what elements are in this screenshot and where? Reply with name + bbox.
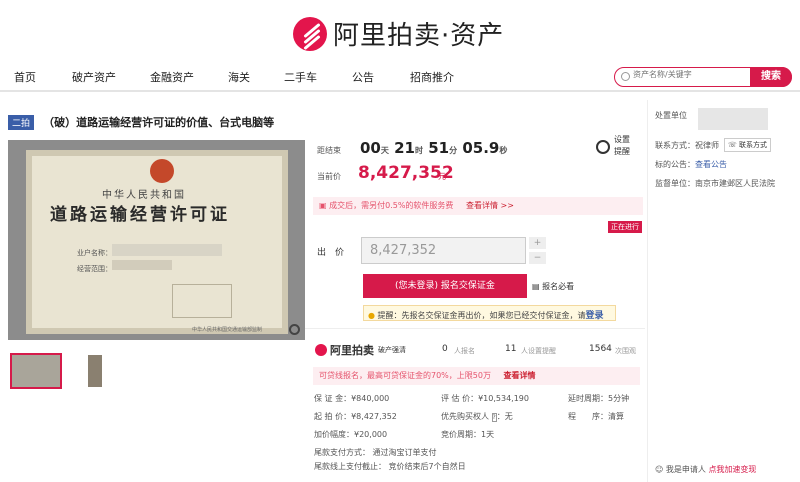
handshake-icon: ☺ bbox=[655, 465, 666, 474]
cert-title: 道路运输经营许可证 bbox=[50, 205, 230, 225]
sidebar: 处置单位 联系方式： 祝律师 ☏ 联系方式 标的公告： 查看公告 监督单位： 南… bbox=[647, 100, 800, 482]
price-unit: 元 bbox=[438, 172, 446, 181]
cert-footer: 中华人民共和国交通运输部监制 bbox=[192, 327, 263, 333]
bid-input[interactable]: 8,427,352 bbox=[361, 237, 526, 264]
signup-guide-link[interactable]: ▤ 报名必看 bbox=[532, 281, 574, 292]
search-box: 搜索 bbox=[614, 67, 792, 87]
cert-seal bbox=[172, 284, 232, 318]
bid-label: 出 价 bbox=[317, 248, 345, 258]
search-input[interactable] bbox=[633, 70, 751, 79]
detail-deposit: 保 证 金：¥840,000 bbox=[314, 394, 390, 403]
brand-logo[interactable]: 阿里拍卖·资产 bbox=[293, 15, 504, 52]
cert-country: 中华人民共和国 bbox=[102, 190, 186, 201]
alarm-clock-icon bbox=[596, 140, 610, 154]
brand-name: 阿里拍卖·资产 bbox=[333, 21, 505, 51]
court-label: 监督单位： bbox=[655, 179, 695, 188]
search-icon bbox=[621, 72, 630, 81]
cert-field-owner: 业户名称： bbox=[77, 249, 112, 257]
thumbnail-2[interactable] bbox=[70, 353, 122, 389]
nav-item-home[interactable]: 首页 bbox=[14, 69, 36, 85]
auction-logo-icon-small bbox=[315, 344, 327, 356]
contact-label: 联系方式： bbox=[655, 141, 695, 150]
nav-item-used-car[interactable]: 二手车 bbox=[284, 69, 317, 85]
loan-notice: 可贷线报名，最高可贷保证金的70%，上限50万 查看详情 bbox=[313, 367, 640, 385]
nav-item-customs[interactable]: 海关 bbox=[228, 69, 250, 85]
contact-button[interactable]: ☏ 联系方式 bbox=[724, 138, 771, 152]
header: 阿里拍卖·资产 bbox=[0, 0, 800, 66]
notice-label: 标的公告： bbox=[655, 160, 695, 169]
detail-priority: 优先购买权人 ?：无 bbox=[441, 412, 513, 422]
countdown-seconds: 05.9 bbox=[462, 139, 500, 157]
document-icon: ▤ bbox=[532, 282, 543, 291]
main-photo[interactable]: 中华人民共和国 道路运输经营许可证 业户名称： 经营范围： 中华人民共和国交通运… bbox=[8, 140, 305, 340]
detail-delay: 延时周期：5分钟 bbox=[568, 394, 630, 403]
zoom-icon[interactable] bbox=[289, 324, 300, 335]
countdown-minutes: 51 bbox=[428, 139, 450, 157]
thumbnail-2-image bbox=[88, 355, 102, 387]
page-title: （破）道路运输经营许可证的价值、台式电脑等 bbox=[43, 116, 275, 129]
auction-logo-small: 阿里拍卖 破产强清 bbox=[315, 342, 406, 358]
thumbnail-1[interactable] bbox=[10, 353, 62, 389]
nav-item-financial[interactable]: 金融资产 bbox=[150, 69, 194, 85]
contact-name: 祝律师 bbox=[695, 141, 719, 150]
national-emblem-icon bbox=[150, 159, 174, 183]
round-tag: 二拍 bbox=[8, 115, 35, 130]
search-button[interactable]: 搜索 bbox=[750, 67, 792, 87]
auction-title-row: 二拍 （破）道路运输经营许可证的价值、台式电脑等 bbox=[8, 111, 274, 130]
reminders-count: 11 bbox=[505, 344, 517, 354]
org-label: 处置单位 bbox=[655, 111, 687, 120]
fee-details-link[interactable]: 查看详情 >> bbox=[466, 201, 514, 210]
views-count: 1564 bbox=[589, 344, 612, 354]
help-icon: ? bbox=[491, 413, 497, 422]
countdown-hours: 21 bbox=[394, 139, 415, 157]
applicant-link[interactable]: ☺ 我是申请人 点我加速变现 bbox=[655, 464, 756, 475]
detail-procedure: 程 序：清算 bbox=[568, 412, 624, 421]
detail-start-price: 起 拍 价：¥8,427,352 bbox=[314, 412, 397, 421]
deposit-signup-button[interactable]: (您未登录) 报名交保证金 bbox=[363, 274, 527, 298]
nav-item-announcement[interactable]: 公告 bbox=[352, 69, 374, 85]
detail-deadline: 尾款线上支付截止： 竞价结束后7个自然日 bbox=[314, 462, 466, 471]
price-label: 当前价 bbox=[317, 172, 341, 181]
registered-count: 0 bbox=[442, 344, 448, 354]
detail-appraisal: 评 估 价：¥10,534,190 bbox=[441, 394, 529, 403]
cert-field-scope: 经营范围： bbox=[77, 265, 112, 273]
redacted-scope bbox=[112, 260, 172, 270]
detail-increment: 加价幅度：¥20,000 bbox=[314, 430, 388, 439]
loan-details-link[interactable]: 查看详情 bbox=[504, 371, 536, 380]
lightbulb-icon: ● bbox=[368, 311, 378, 320]
phone-icon: ☏ bbox=[728, 141, 737, 149]
login-link[interactable]: 登录 bbox=[586, 311, 604, 321]
auction-logo-icon bbox=[293, 16, 327, 51]
bid-increase-button[interactable]: + bbox=[529, 237, 546, 249]
status-badge: 正在进行 bbox=[608, 221, 642, 233]
notice-link[interactable]: 查看公告 bbox=[695, 159, 727, 170]
countdown-label: 距结束 bbox=[317, 146, 341, 155]
bid-decrease-button[interactable]: − bbox=[529, 252, 546, 264]
countdown: 00天 21时 51分 05.9秒 bbox=[360, 139, 508, 157]
countdown-days: 00 bbox=[360, 139, 381, 157]
nav-item-investment[interactable]: 招商推介 bbox=[410, 69, 454, 85]
wallet-icon: ▣ bbox=[319, 201, 330, 210]
court-value: 南京市建邺区人民法院 bbox=[695, 179, 775, 188]
login-reminder: ● 提醒：先报名交保证金再出价，如果您已经交付保证金，请登录 bbox=[363, 305, 616, 321]
detail-payment: 尾款支付方式： 通过淘宝订单支付 bbox=[314, 448, 437, 457]
redacted-org bbox=[698, 108, 768, 130]
redacted-owner bbox=[112, 244, 222, 256]
fee-notice: ▣ 成交后，需另付0.5%的软件服务费 查看详情 >> bbox=[313, 197, 643, 215]
certificate-image: 中华人民共和国 道路运输经营许可证 业户名称： 经营范围： 中华人民共和国交通运… bbox=[26, 150, 288, 334]
detail-cycle: 竞价周期：1天 bbox=[441, 430, 495, 439]
nav-item-bankruptcy[interactable]: 破产资产 bbox=[72, 69, 116, 85]
